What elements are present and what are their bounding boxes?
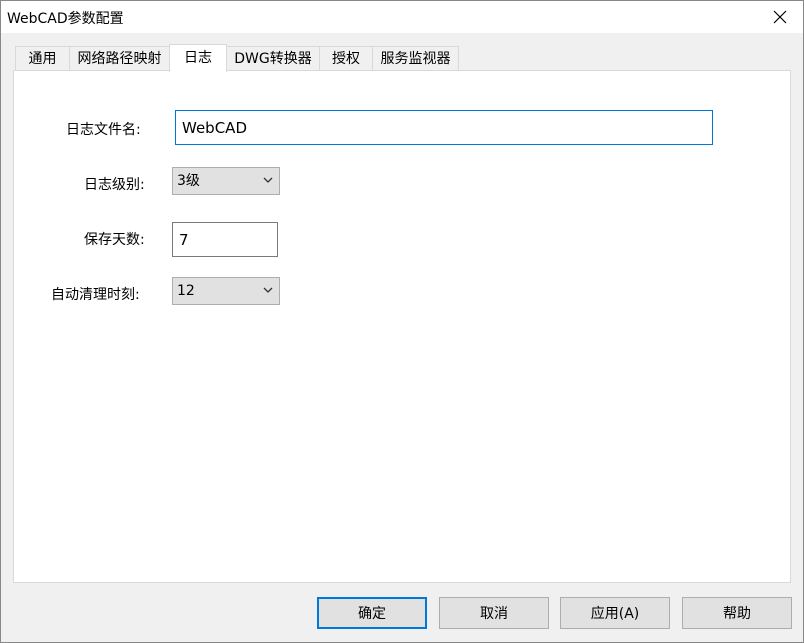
close-button[interactable]	[757, 1, 803, 33]
cancel-button[interactable]: 取消	[439, 597, 549, 629]
tab-network-path-mapping[interactable]: 网络路径映射	[69, 46, 170, 70]
tab-log[interactable]: 日志	[169, 44, 227, 72]
chevron-down-icon	[263, 287, 273, 293]
retention-days-input[interactable]	[172, 222, 278, 257]
chevron-down-icon	[263, 177, 273, 183]
ok-button[interactable]: 确定	[317, 597, 427, 629]
title-bar: WebCAD参数配置	[1, 1, 803, 33]
log-settings-panel: 日志文件名: 日志级别: 3级 保存天数: 自动清理时刻: 12	[13, 70, 791, 583]
log-filename-input[interactable]	[175, 110, 713, 145]
tab-dwg-converter[interactable]: DWG转换器	[226, 46, 320, 70]
auto-clean-time-select[interactable]: 12	[172, 277, 280, 305]
window-title: WebCAD参数配置	[7, 11, 124, 27]
retention-days-label: 保存天数:	[84, 232, 145, 248]
tab-license[interactable]: 授权	[319, 46, 373, 70]
log-level-select[interactable]: 3级	[172, 167, 280, 195]
log-level-label: 日志级别:	[84, 177, 145, 193]
log-level-value: 3级	[177, 173, 200, 189]
auto-clean-time-value: 12	[177, 283, 195, 299]
tab-general[interactable]: 通用	[15, 46, 70, 70]
log-filename-label: 日志文件名:	[66, 122, 141, 138]
help-button[interactable]: 帮助	[682, 597, 792, 629]
dialog-window: WebCAD参数配置 通用 网络路径映射 日志 DWG转换器 授权 服务监视器 …	[0, 0, 804, 643]
tab-strip: 通用 网络路径映射 日志 DWG转换器 授权 服务监视器	[13, 44, 793, 72]
close-icon	[773, 10, 787, 24]
apply-button[interactable]: 应用(A)	[560, 597, 670, 629]
tab-service-monitor[interactable]: 服务监视器	[372, 46, 459, 70]
auto-clean-time-label: 自动清理时刻:	[51, 287, 140, 303]
